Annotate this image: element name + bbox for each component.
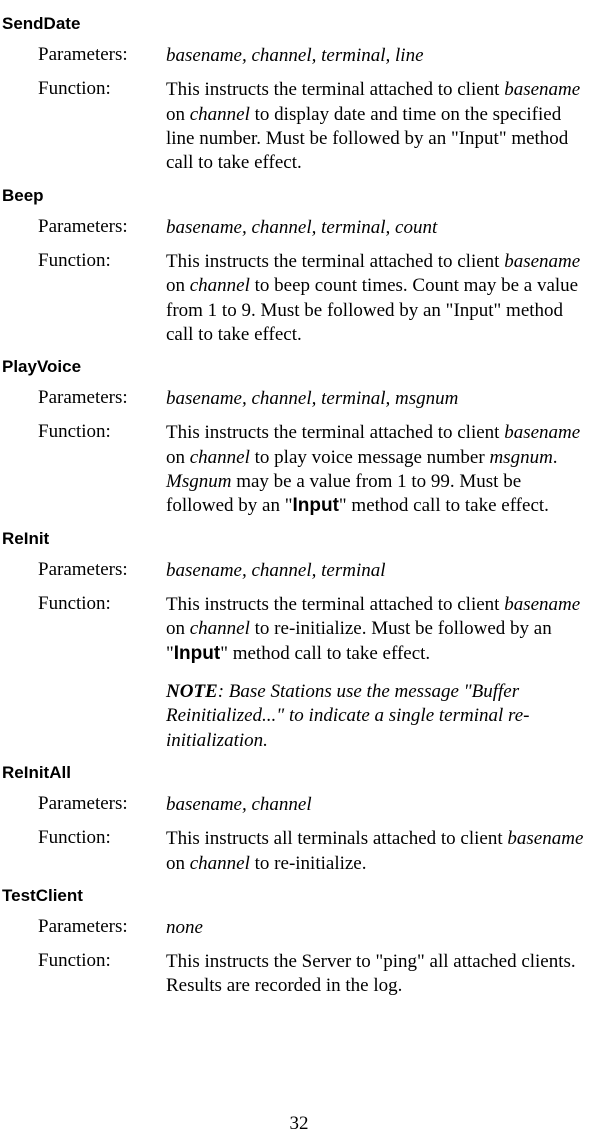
param-row: Parameters: basename, channel, terminal,… (38, 44, 592, 68)
text-italic: channel (190, 853, 250, 874)
note-text: NOTE: Base Stations use the message "Buf… (166, 680, 592, 753)
text: This instructs the terminal attached to … (166, 251, 504, 272)
text: on (166, 853, 190, 874)
text: " method call to take effect. (339, 495, 549, 516)
text: This instructs the terminal attached to … (166, 594, 504, 615)
method-heading-beep: Beep (2, 186, 592, 206)
text-italic: basename (507, 828, 583, 849)
method-heading-testclient: TestClient (2, 886, 592, 906)
method-heading-senddate: SendDate (2, 14, 592, 34)
function-label: Function: (38, 827, 166, 876)
param-row: Parameters: none (38, 916, 592, 940)
text-italic: channel (190, 447, 250, 468)
function-row: Function: This instructs the terminal at… (38, 250, 592, 347)
note-rest: : Base Stations use the message "Buffer … (166, 681, 529, 751)
method-heading-reinitall: ReInitAll (2, 763, 592, 783)
param-row: Parameters: basename, channel, terminal (38, 559, 592, 583)
text: This instructs the terminal attached to … (166, 422, 504, 443)
text: on (166, 104, 190, 125)
param-value: basename, channel (166, 793, 592, 817)
param-label: Parameters: (38, 559, 166, 583)
text: . (553, 447, 558, 468)
param-label: Parameters: (38, 916, 166, 940)
param-value: basename, channel, terminal (166, 559, 592, 583)
function-value: This instructs the terminal attached to … (166, 593, 592, 666)
param-row: Parameters: basename, channel, terminal,… (38, 387, 592, 411)
text-italic: channel (190, 104, 250, 125)
function-row: Function: This instructs the Server to "… (38, 950, 592, 999)
note-spacer (38, 680, 166, 753)
function-label: Function: (38, 78, 166, 175)
method-heading-reinit: ReInit (2, 529, 592, 549)
text: This instructs all terminals attached to… (166, 828, 507, 849)
text-italic: msgnum (489, 447, 552, 468)
function-label: Function: (38, 593, 166, 666)
text: to re-initialize. (250, 853, 367, 874)
text-italic: basename (504, 79, 580, 100)
text-italic: channel (190, 618, 250, 639)
function-value: This instructs the terminal attached to … (166, 250, 592, 347)
param-label: Parameters: (38, 387, 166, 411)
text-italic: basename (504, 422, 580, 443)
param-label: Parameters: (38, 793, 166, 817)
note-row: NOTE: Base Stations use the message "Buf… (38, 680, 592, 753)
text: to play voice message number (250, 447, 490, 468)
param-value: basename, channel, terminal, msgnum (166, 387, 592, 411)
function-row: Function: This instructs the terminal at… (38, 421, 592, 518)
text: on (166, 618, 190, 639)
text: on (166, 447, 190, 468)
function-label: Function: (38, 250, 166, 347)
text-italic: basename (504, 251, 580, 272)
param-row: Parameters: basename, channel, terminal,… (38, 216, 592, 240)
param-value: basename, channel, terminal, line (166, 44, 592, 68)
text-bold: Input (174, 643, 220, 664)
text-italic: channel (190, 275, 250, 296)
method-heading-playvoice: PlayVoice (2, 357, 592, 377)
text-italic: Msgnum (166, 471, 231, 492)
function-row: Function: This instructs the terminal at… (38, 593, 592, 666)
note-bold: NOTE (166, 681, 218, 702)
param-value: none (166, 916, 592, 940)
function-label: Function: (38, 950, 166, 999)
text-bold: Input (292, 495, 338, 516)
function-label: Function: (38, 421, 166, 518)
param-label: Parameters: (38, 44, 166, 68)
function-value: This instructs the terminal attached to … (166, 421, 592, 518)
function-row: Function: This instructs the terminal at… (38, 78, 592, 175)
function-value: This instructs all terminals attached to… (166, 827, 592, 876)
param-value: basename, channel, terminal, count (166, 216, 592, 240)
text: This instructs the terminal attached to … (166, 79, 504, 100)
text-italic: basename (504, 594, 580, 615)
param-row: Parameters: basename, channel (38, 793, 592, 817)
page-number: 32 (0, 1113, 598, 1135)
text: " method call to take effect. (220, 643, 430, 664)
param-label: Parameters: (38, 216, 166, 240)
function-value: This instructs the Server to "ping" all … (166, 950, 592, 999)
text: on (166, 275, 190, 296)
function-value: This instructs the terminal attached to … (166, 78, 592, 175)
function-row: Function: This instructs all terminals a… (38, 827, 592, 876)
